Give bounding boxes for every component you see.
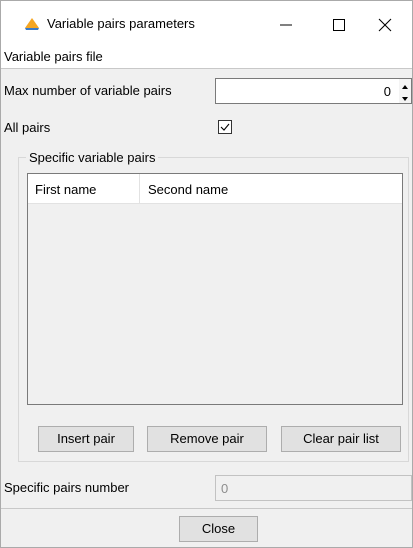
maximize-button[interactable]: [316, 11, 362, 39]
close-icon: [378, 18, 392, 32]
close-button[interactable]: Close: [179, 516, 258, 542]
arrow-down-icon: [402, 97, 408, 101]
column-divider[interactable]: [139, 174, 140, 204]
minimize-button[interactable]: [263, 11, 309, 39]
arrow-up-icon: [402, 85, 408, 89]
spinner-down-button[interactable]: [399, 91, 411, 103]
max-pairs-input[interactable]: 0: [215, 78, 400, 104]
specific-pairs-number-field: 0: [215, 475, 412, 501]
bottom-separator: [1, 508, 412, 509]
column-first-name[interactable]: First name: [35, 182, 96, 197]
title-bar: Variable pairs parameters: [1, 1, 412, 47]
close-window-button[interactable]: [362, 11, 408, 39]
remove-pair-button[interactable]: Remove pair: [147, 426, 267, 452]
spinner-up-button[interactable]: [399, 79, 411, 91]
max-pairs-label: Max number of variable pairs: [4, 83, 172, 98]
menu-bar: Variable pairs file: [1, 47, 412, 69]
clear-pair-list-button[interactable]: Clear pair list: [281, 426, 401, 452]
maximize-icon: [333, 19, 345, 31]
all-pairs-label: All pairs: [4, 120, 51, 135]
max-pairs-spinner[interactable]: [399, 78, 412, 104]
window-title: Variable pairs parameters: [47, 16, 195, 31]
dialog-content: Max number of variable pairs 0 All pairs: [1, 70, 412, 544]
pairs-table[interactable]: First name Second name: [27, 173, 403, 405]
checkmark-icon: [220, 123, 230, 131]
menu-variable-pairs-file[interactable]: Variable pairs file: [4, 49, 103, 64]
column-second-name[interactable]: Second name: [148, 182, 228, 197]
specific-pairs-number-label: Specific pairs number: [4, 480, 129, 495]
pairs-table-header: First name Second name: [28, 174, 402, 204]
all-pairs-checkbox[interactable]: [218, 120, 232, 134]
minimize-icon: [280, 24, 292, 26]
app-icon: [23, 17, 41, 31]
specific-pairs-number-value: 0: [221, 481, 229, 496]
insert-pair-button[interactable]: Insert pair: [38, 426, 134, 452]
specific-pairs-group-title: Specific variable pairs: [26, 150, 159, 165]
dialog-window: Variable pairs parameters Variable pairs…: [0, 0, 413, 548]
max-pairs-value: 0: [383, 84, 391, 99]
